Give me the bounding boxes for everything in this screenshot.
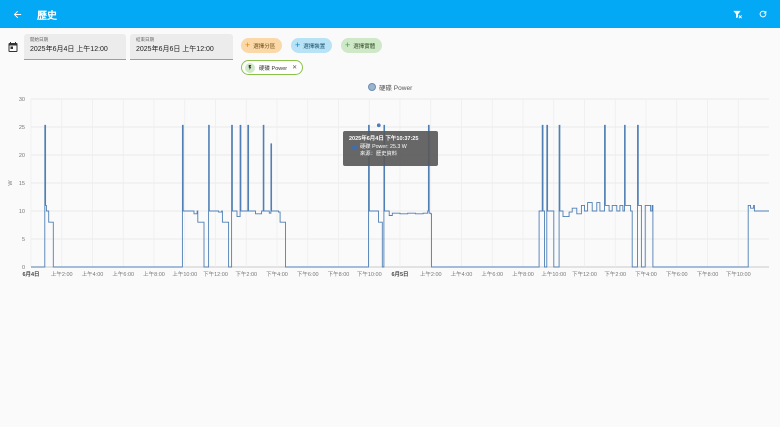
chart-tooltip: 2025年6月4日 下午10:37:25 硬碟 Power: 25.3 W 來源… (343, 131, 438, 166)
x-tick-label: 上午2:00 (51, 270, 73, 278)
x-tick-label: 上午4:00 (82, 270, 104, 278)
calendar-icon (8, 42, 18, 52)
page-title: 歷史 (37, 10, 57, 22)
end-date-value: 2025年6月6日 上午12:00 (136, 46, 214, 53)
x-tick-label: 下午10:00 (357, 270, 382, 278)
choose-device-chip[interactable]: + 選擇裝置 (291, 38, 333, 53)
x-tick-label: 下午4:00 (266, 270, 288, 278)
plus-icon: + (245, 40, 251, 50)
x-tick-label: 下午2:00 (235, 270, 257, 278)
end-date-field[interactable]: 結束日期 2025年6月6日 上午12:00 (130, 34, 233, 60)
x-tick-label: 6月5日 (391, 270, 408, 278)
x-tick-label: 下午8:00 (697, 270, 719, 278)
y-tick-label: 25 (19, 125, 25, 131)
selected-entity-chip[interactable]: 硬碟 Power ✕ (241, 60, 304, 75)
power-history-chart[interactable]: 0 5 10 15 20 25 30 6月4日 上午2:00 上午4:00 上午6:00 上午8:00… (0, 90, 780, 290)
choose-area-label: 選擇分區 (253, 43, 276, 50)
clear-filter-button[interactable] (724, 0, 750, 28)
y-tick-label: 20 (19, 153, 25, 159)
tooltip-title: 2025年6月4日 下午10:37:25 (349, 136, 419, 142)
x-tick-label: 上午6:00 (481, 270, 503, 278)
x-tick-label: 下午2:00 (604, 270, 626, 278)
start-date-label: 開始日期 (30, 37, 48, 42)
x-tick-label: 上午10:00 (172, 270, 197, 278)
choose-area-chip[interactable]: + 選擇分區 (241, 38, 283, 53)
y-tick-label: 10 (19, 209, 25, 215)
y-tick-label: 15 (19, 181, 25, 187)
refresh-button[interactable] (750, 0, 776, 28)
x-tick-label: 上午8:00 (143, 270, 165, 278)
choose-entity-chip[interactable]: + 選擇實體 (341, 38, 383, 53)
app-bar: 歷史 (0, 0, 780, 28)
x-tick-label: 上午6:00 (112, 270, 134, 278)
x-tick-label: 下午6:00 (666, 270, 688, 278)
tooltip-series-dot (352, 144, 357, 150)
x-tick-label: 6月4日 (22, 270, 39, 278)
tooltip-value-row: 硬碟 Power: 25.3 W (352, 143, 432, 151)
arrow-left-icon (13, 10, 21, 18)
y-tick-label: 5 (22, 237, 25, 243)
x-tick-label: 下午12:00 (203, 270, 228, 278)
lightning-bolt-icon (245, 62, 255, 73)
tooltip-source: 來源：歷史資料 (360, 151, 398, 157)
choose-entity-label: 選擇實體 (353, 43, 376, 50)
start-date-field[interactable]: 開始日期 2025年6月4日 上午12:00 (24, 34, 126, 60)
highlight-point (376, 122, 382, 128)
x-tick-label: 下午10:00 (726, 270, 751, 278)
remove-entity-icon[interactable]: ✕ (292, 64, 297, 71)
filter-remove-icon (732, 10, 742, 18)
x-tick-label: 下午8:00 (328, 270, 350, 278)
refresh-icon (759, 10, 767, 18)
tooltip-value: 硬碟 Power: 25.3 W (360, 144, 407, 150)
x-tick-label: 下午12:00 (572, 270, 597, 278)
choose-device-label: 選擇裝置 (303, 43, 326, 50)
y-tick-label: 30 (19, 97, 25, 103)
x-tick-label: 下午4:00 (635, 270, 657, 278)
x-tick-label: 上午2:00 (420, 270, 442, 278)
x-tick-label: 下午6:00 (297, 270, 319, 278)
plus-icon: + (345, 40, 351, 50)
start-date-value: 2025年6月4日 上午12:00 (30, 46, 108, 53)
y-axis-label: W (8, 180, 14, 186)
end-date-label: 結束日期 (136, 37, 154, 42)
back-button[interactable] (3, 0, 31, 28)
x-tick-label: 上午8:00 (512, 270, 534, 278)
selected-entity-label: 硬碟 Power (259, 65, 288, 72)
plus-icon: + (295, 40, 301, 50)
x-tick-label: 上午10:00 (541, 270, 566, 278)
x-tick-label: 上午4:00 (451, 270, 473, 278)
y-tick-label: 0 (22, 265, 25, 271)
